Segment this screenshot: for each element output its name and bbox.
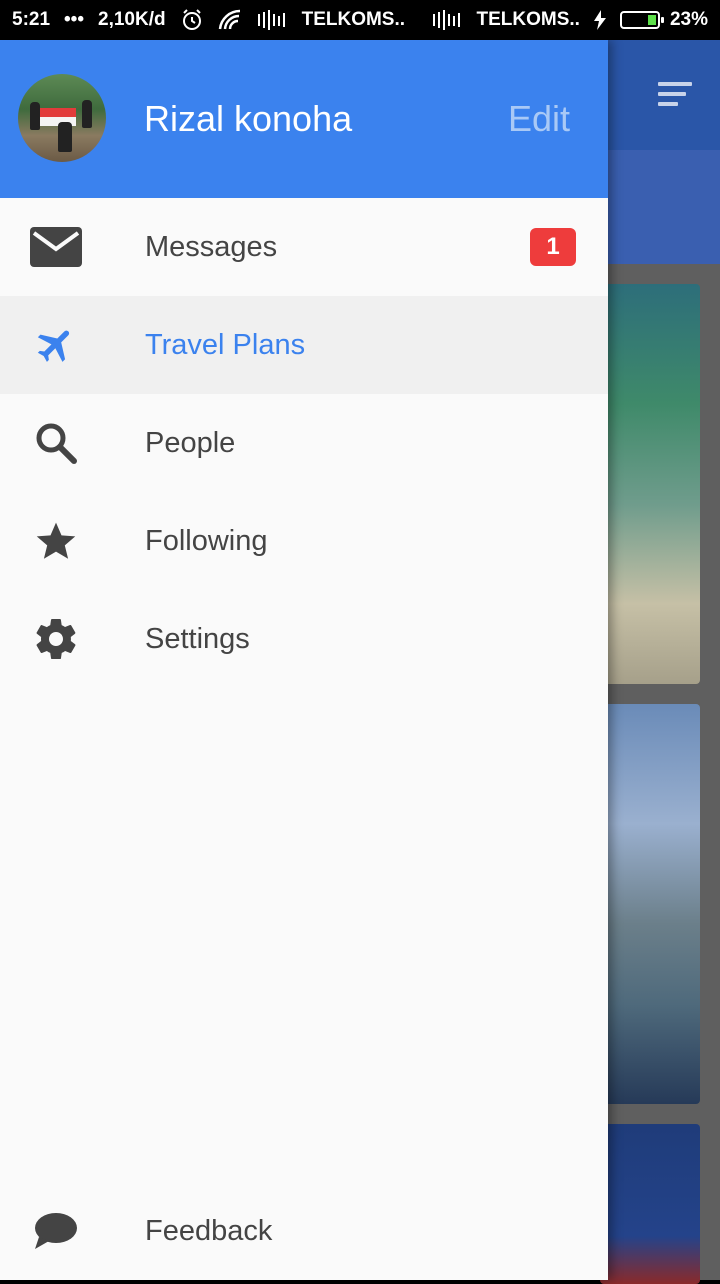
signal-icon xyxy=(257,10,288,30)
menu-label: Following xyxy=(145,525,268,557)
unread-badge: 1 xyxy=(530,228,576,266)
signal-icon xyxy=(432,10,463,30)
network-speed: 2,10K/d xyxy=(98,9,166,30)
edit-button[interactable]: Edit xyxy=(508,98,570,140)
navigation-drawer: Rizal konoha Edit Messages 1 Travel Plan… xyxy=(0,40,608,1280)
menu-label: Settings xyxy=(145,623,250,655)
clock: 5:21 xyxy=(12,9,51,30)
charging-icon xyxy=(593,10,606,30)
mail-icon xyxy=(30,225,82,269)
search-icon xyxy=(30,421,82,465)
menu-item-messages[interactable]: Messages 1 xyxy=(0,198,608,296)
menu-label: Messages xyxy=(145,231,278,263)
avatar[interactable] xyxy=(18,74,106,162)
battery-percent: 23% xyxy=(669,9,708,30)
battery-icon xyxy=(619,11,664,29)
gear-icon xyxy=(30,617,82,661)
star-icon xyxy=(30,519,82,563)
menu-label: Feedback xyxy=(145,1215,273,1247)
menu-item-people[interactable]: People xyxy=(0,394,608,492)
menu-item-feedback[interactable]: Feedback xyxy=(0,1182,608,1280)
menu-item-settings[interactable]: Settings xyxy=(0,590,608,688)
drawer-menu: Messages 1 Travel Plans People Following xyxy=(0,198,608,688)
notification-dots: ••• xyxy=(64,9,84,30)
alarm-icon xyxy=(180,8,204,32)
wifi-icon xyxy=(218,9,244,31)
sort-icon xyxy=(658,82,692,108)
menu-label: Travel Plans xyxy=(145,329,306,361)
status-bar: 5:21 ••• 2,10K/d TELKOMS.. TELKOMS.. 23% xyxy=(0,0,720,40)
photo-card xyxy=(600,284,700,684)
airplane-icon xyxy=(30,323,82,367)
menu-label: People xyxy=(145,427,236,459)
user-name: Rizal konoha xyxy=(144,98,353,139)
photo-card xyxy=(600,704,700,1104)
chat-bubble-icon xyxy=(30,1209,82,1253)
drawer-header: Rizal konoha Edit xyxy=(0,40,608,198)
carrier-2: TELKOMS.. xyxy=(476,9,580,30)
menu-item-following[interactable]: Following xyxy=(0,492,608,590)
menu-item-travel-plans[interactable]: Travel Plans xyxy=(0,296,608,394)
photo-card xyxy=(600,1124,700,1284)
carrier-1: TELKOMS.. xyxy=(301,9,406,30)
